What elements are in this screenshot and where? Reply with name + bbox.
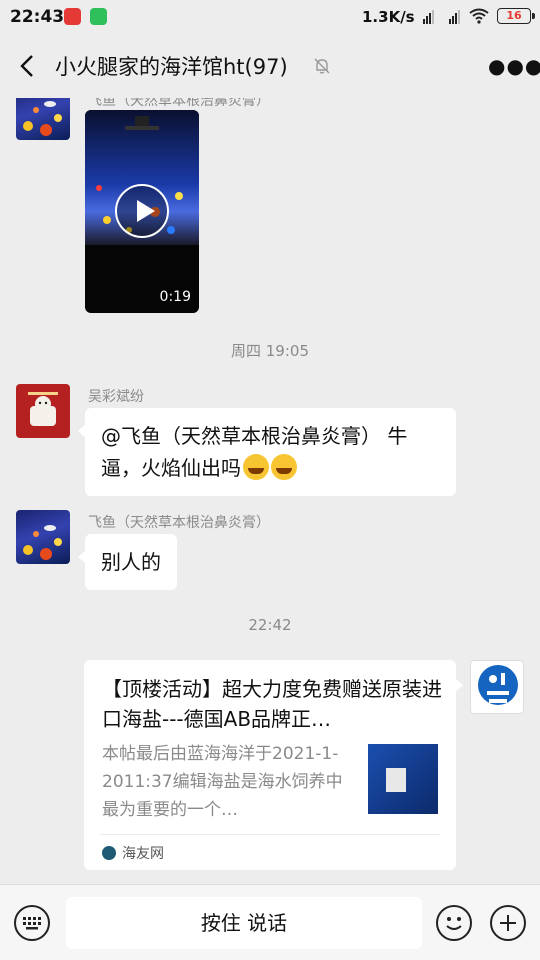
time-divider: 22:42 bbox=[248, 616, 292, 634]
video-message[interactable]: 0:19 bbox=[85, 110, 199, 313]
play-icon[interactable] bbox=[115, 184, 169, 238]
source-logo-icon bbox=[102, 846, 116, 860]
avatar[interactable] bbox=[16, 510, 70, 564]
app-green-icon bbox=[90, 8, 107, 25]
divider bbox=[100, 834, 440, 835]
message-list[interactable]: 飞鱼（天然草本根治鼻炎膏） 0:19 周四 19:05 吴彩斌纷 @飞鱼（天然草… bbox=[0, 98, 540, 884]
laughing-emoji-icon bbox=[271, 454, 297, 480]
hold-to-talk-button[interactable]: 按住 说话 bbox=[66, 897, 422, 949]
card-description: 本帖最后由蓝海海洋于2021-1-2011:37编辑海盐是海水饲养中最为重要的一… bbox=[102, 744, 343, 820]
back-arrow-icon[interactable] bbox=[14, 52, 42, 80]
hd-signal-icon bbox=[423, 10, 434, 24]
laughing-emoji-icon bbox=[243, 454, 269, 480]
status-time: 22:43 bbox=[10, 7, 65, 27]
avatar[interactable] bbox=[16, 384, 70, 438]
card-source: 海友网 bbox=[122, 846, 164, 862]
sender-name: 飞鱼（天然草本根治鼻炎膏） bbox=[88, 515, 270, 531]
sender-name: 飞鱼（天然草本根治鼻炎膏） bbox=[88, 98, 270, 109]
card-title: 【顶楼活动】超大力度免费赠送原装进口海盐---德国AB品牌正… bbox=[102, 677, 442, 731]
plus-icon[interactable] bbox=[490, 905, 526, 941]
input-bar: 按住 说话 bbox=[0, 884, 540, 960]
keyboard-icon[interactable] bbox=[14, 905, 50, 941]
hd-signal-icon bbox=[449, 10, 460, 24]
battery-icon: 16 bbox=[497, 8, 535, 24]
chat-header: 小火腿家的海洋馆ht(97) ●●● bbox=[0, 34, 540, 98]
wifi-icon bbox=[469, 8, 489, 24]
card-thumbnail bbox=[368, 744, 438, 814]
more-icon[interactable]: ●●● bbox=[488, 54, 540, 78]
chat-title: 小火腿家的海洋馆ht(97) bbox=[55, 55, 288, 79]
avatar[interactable] bbox=[470, 660, 524, 714]
emoji-icon[interactable] bbox=[436, 905, 472, 941]
network-speed: 1.3K/s bbox=[362, 8, 415, 26]
status-bar: 22:43 1.3K/s 16 bbox=[0, 0, 540, 34]
mute-bell-icon bbox=[314, 58, 330, 74]
message-text: 别人的 bbox=[101, 550, 161, 574]
sender-name: 吴彩斌纷 bbox=[88, 389, 144, 405]
app-red-icon bbox=[64, 8, 81, 25]
time-divider: 周四 19:05 bbox=[231, 342, 309, 360]
link-card-message[interactable]: 【顶楼活动】超大力度免费赠送原装进口海盐---德国AB品牌正… 本帖最后由蓝海海… bbox=[84, 660, 463, 870]
video-duration: 0:19 bbox=[159, 289, 191, 305]
avatar[interactable] bbox=[16, 98, 70, 140]
text-message-bubble[interactable]: @飞鱼（天然草本根治鼻炎膏） 牛逼，火焰仙出吗 bbox=[78, 408, 456, 496]
text-message-bubble[interactable]: 别人的 bbox=[78, 534, 177, 590]
